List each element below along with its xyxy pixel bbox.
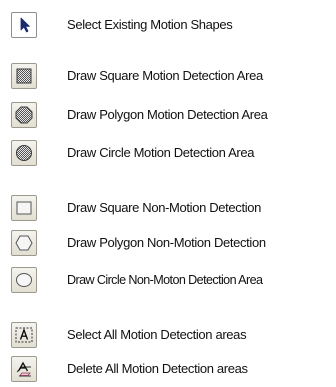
circle-non-motion-icon[interactable] (11, 267, 37, 293)
legend-item-circle-motion: Draw Circle Motion Detection Area (0, 140, 336, 168)
circle-motion-icon[interactable] (11, 140, 37, 166)
polygon-non-motion-icon[interactable] (11, 230, 37, 256)
legend-item-label: Select Existing Motion Shapes (67, 17, 233, 32)
square-motion-icon[interactable] (11, 63, 37, 89)
select-arrow-icon[interactable] (11, 12, 37, 38)
select-all-icon[interactable] (11, 322, 37, 348)
legend-item-circle-non-motion: Draw Circle Non-Moton Detection Area (0, 267, 336, 295)
toolbar-legend: { "legend": { "items": [ {"icon": "selec… (0, 0, 336, 387)
polygon-motion-icon[interactable] (11, 102, 37, 128)
legend-item-select-existing: Select Existing Motion Shapes (0, 12, 336, 40)
legend-item-polygon-motion: Draw Polygon Motion Detection Area (0, 102, 336, 130)
legend-item-label: Delete All Motion Detection areas (67, 361, 248, 376)
legend-item-square-non-motion: Draw Square Non-Motion Detection (0, 195, 336, 223)
legend-item-label: Draw Circle Non-Moton Detection Area (67, 273, 263, 287)
legend-item-square-motion: Draw Square Motion Detection Area (0, 63, 336, 91)
legend-item-delete-all: Delete All Motion Detection areas (0, 356, 336, 384)
delete-all-icon[interactable] (11, 356, 37, 382)
legend-item-label: Draw Circle Motion Detection Area (67, 145, 255, 160)
square-non-motion-icon[interactable] (11, 195, 37, 221)
legend-item-label: Draw Polygon Non-Motion Detection (67, 235, 266, 250)
legend-item-label: Select All Motion Detection areas (67, 327, 247, 342)
legend-item-label: Draw Polygon Motion Detection Area (67, 107, 268, 122)
legend-item-polygon-non-motion: Draw Polygon Non-Motion Detection (0, 230, 336, 258)
legend-item-label: Draw Square Non-Motion Detection (67, 200, 262, 215)
legend-item-label: Draw Square Motion Detection Area (67, 68, 263, 83)
legend-item-select-all: Select All Motion Detection areas (0, 322, 336, 350)
